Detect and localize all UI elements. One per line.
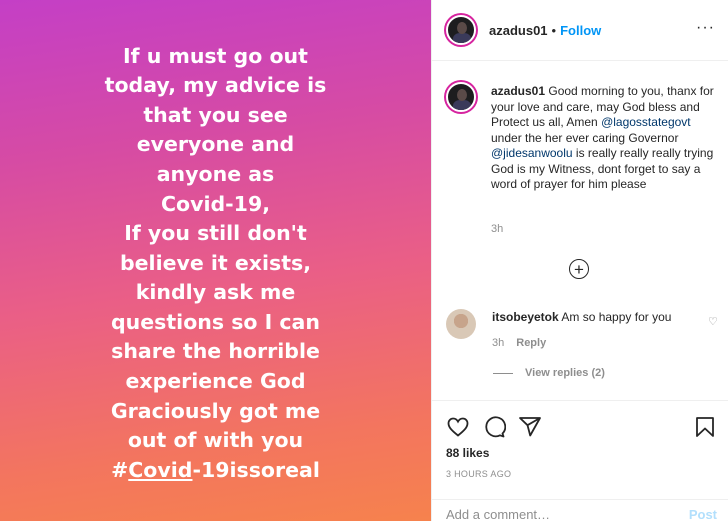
story-line: that you see [143,102,288,127]
post-sidebar: azadus01 • Follow ··· azadus01 Good morn… [431,0,728,522]
avatar[interactable] [446,15,476,45]
comment-like-heart-icon[interactable]: ♡ [708,315,718,328]
story-line: experience God [125,369,306,394]
story-line: kindly ask me [135,280,296,305]
post-actions: 88 likes 3 HOURS AGO Post [432,400,728,522]
view-replies-label: View replies (2) [525,367,605,379]
add-comment-bar: Post [432,499,728,522]
comment-icon[interactable] [482,415,506,439]
caption-time[interactable]: 3h [491,223,503,235]
heart-icon[interactable] [446,415,470,439]
story-line: Covid-19, [160,191,271,216]
instagram-post-modal: If u must go out today, my advice is tha… [0,0,728,522]
replies-divider [493,372,513,374]
caption-body-2: under the her ever caring Governor [491,130,679,145]
story-line: Graciously got me [110,398,321,423]
post-time-ago[interactable]: 3 HOURS AGO [446,469,511,479]
story-line: everyone and [136,132,295,157]
reply-button[interactable]: Reply [516,337,546,349]
story-line: questions so I can [111,309,320,334]
header-username[interactable]: azadus01 [489,23,548,38]
mention-link[interactable]: @lagosstategovt [601,115,691,129]
comment-time[interactable]: 3h [492,337,504,349]
action-icons [446,415,542,439]
story-hashtag: #Covid-19issoreal [6,456,426,486]
comment-username[interactable]: itsobeyetok [492,310,559,324]
story-line: anyone as [156,161,275,186]
more-options-icon[interactable]: ··· [696,20,715,36]
caption-text: azadus01 Good morning to you, thanx for … [491,84,721,193]
plus-circle-icon[interactable]: + [569,259,589,279]
caption-avatar[interactable] [446,82,476,112]
post-button[interactable]: Post [689,507,717,522]
hashtag-underlined: Covid [128,457,193,482]
story-line: out of with you [127,428,304,453]
story-line: If you still don't [124,221,307,246]
add-comment-input[interactable] [446,507,666,522]
bookmark-icon[interactable] [693,415,717,439]
separator-dot: • [551,22,557,38]
story-line: If u must go out [123,43,308,68]
story-line: share the horrible [111,339,320,364]
comment-text: itsobeyetok Am so happy for you [492,310,671,324]
likes-count[interactable]: 88 likes [446,446,489,460]
comment-meta: 3h Reply [492,337,546,349]
commenter-avatar[interactable] [446,309,476,339]
story-line: today, my advice is [104,73,327,98]
caption-username[interactable]: azadus01 [491,84,545,98]
post-media[interactable]: If u must go out today, my advice is tha… [0,0,431,521]
comment-body: Am so happy for you [561,310,672,324]
post-header: azadus01 • Follow ··· [432,0,728,61]
story-line: believe it exists, [119,250,312,275]
view-replies-button[interactable]: View replies (2) [493,367,605,379]
mention-link[interactable]: @jidesanwoolu [491,146,573,160]
share-icon[interactable] [518,415,542,439]
follow-button[interactable]: Follow [560,23,601,38]
hashtag-prefix: # [111,457,129,482]
story-text: If u must go out today, my advice is tha… [6,42,426,486]
hashtag-suffix: -19issoreal [192,457,320,482]
